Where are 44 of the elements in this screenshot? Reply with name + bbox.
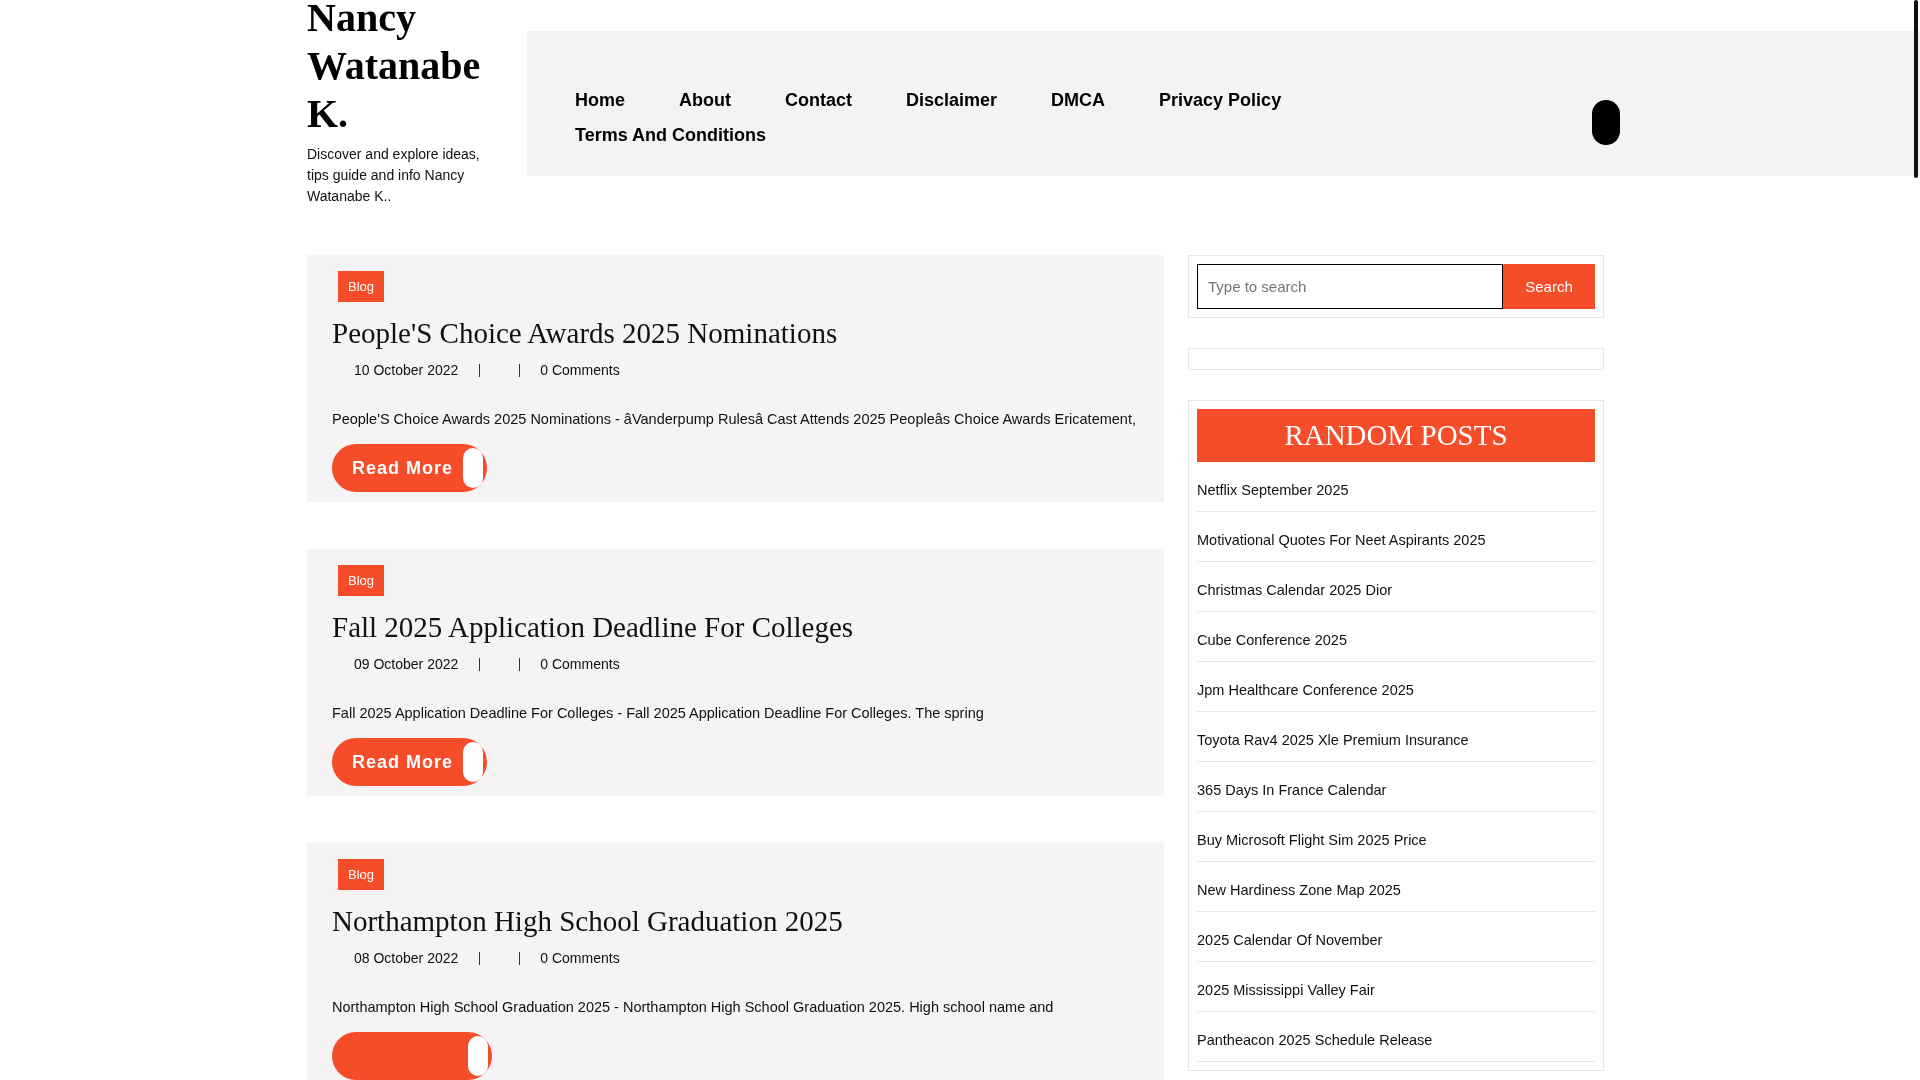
site-tagline: Discover and explore ideas, tips guide and info Nancy Watanabe K.. [307, 145, 481, 206]
read-more-button[interactable]: Read More [332, 738, 488, 786]
nav-link[interactable]: Terms And Conditions [575, 124, 766, 147]
site-title[interactable]: Nancy Watanabe K. [307, 0, 497, 138]
pill-toggle[interactable] [1592, 100, 1620, 145]
post-excerpt: Fall 2025 Application Deadline For Colleges - Fall 2025 Application Deadline For Colleges. The spring [332, 704, 985, 723]
nav-link[interactable]: Contact [785, 89, 852, 112]
post-title[interactable]: Fall 2025 Application Deadline For Colleges [332, 611, 1139, 644]
scrollbar-thumb[interactable] [1914, 0, 1918, 178]
random-post-link[interactable]: Jpm Healthcare Conference 2025 [1197, 662, 1595, 712]
random-post-link[interactable]: 2025 Calendar Of November [1197, 912, 1595, 962]
search-button[interactable]: Search [1503, 264, 1595, 309]
category-tag[interactable]: Blog [338, 859, 385, 890]
random-post-link[interactable]: Cube Conference 2025 [1197, 612, 1595, 662]
comment-count[interactable]: 0 Comments [540, 950, 620, 966]
comment-count[interactable]: 0 Comments [540, 362, 620, 378]
post-title[interactable]: Northampton High School Graduation 2025 [332, 905, 1139, 938]
nav-link[interactable]: About [679, 89, 731, 112]
random-post-link[interactable]: New Hardiness Zone Map 2025 [1197, 862, 1595, 912]
comment-count[interactable]: 0 Comments [540, 656, 620, 672]
post-excerpt: People'S Choice Awards 2025 Nominations - âVanderpump Rulesâ Cast Attends 2025 Peopleâs Choice Awards Ericatement, [332, 410, 1137, 429]
search-field[interactable]: Type to search [1197, 264, 1503, 309]
nav-link[interactable]: Privacy Policy [1159, 89, 1282, 112]
nav-link[interactable]: DMCA [1051, 89, 1106, 112]
read-more-button[interactable]: Read More [332, 444, 488, 492]
post-date: 09 October 2022 [354, 656, 459, 672]
random-post-link[interactable]: Pantheacon 2025 Schedule Release [1197, 1012, 1595, 1062]
random-post-link[interactable]: Buy Microsoft Flight Sim 2025 Price [1197, 812, 1595, 862]
nav-link[interactable]: Disclaimer [906, 89, 998, 112]
random-post-link[interactable]: 365 Days In France Calendar [1197, 762, 1595, 812]
post-date: 08 October 2022 [354, 950, 459, 966]
read-more-button[interactable] [332, 1032, 492, 1080]
post-date: 10 October 2022 [354, 362, 459, 378]
widget-heading: RANDOM POSTS [1197, 409, 1595, 462]
post-title[interactable]: People'S Choice Awards 2025 Nominations [332, 317, 1139, 350]
category-tag[interactable]: Blog [338, 565, 385, 596]
random-post-link[interactable]: 2025 Mississippi Valley Fair [1197, 962, 1595, 1012]
nav-link[interactable]: Home [575, 89, 625, 112]
random-post-link[interactable]: Motivational Quotes For Neet Aspirants 2025 [1197, 512, 1595, 562]
category-tag[interactable]: Blog [338, 271, 385, 302]
random-post-link[interactable]: Christmas Calendar 2025 Dior [1197, 562, 1595, 612]
random-post-link[interactable]: Toyota Rav4 2025 Xle Premium Insurance [1197, 712, 1595, 762]
post-excerpt: Northampton High School Graduation 2025 - Northampton High School Graduation 2025. High school name and [332, 998, 1055, 1017]
random-post-link[interactable]: Netflix September 2025 [1197, 462, 1595, 512]
